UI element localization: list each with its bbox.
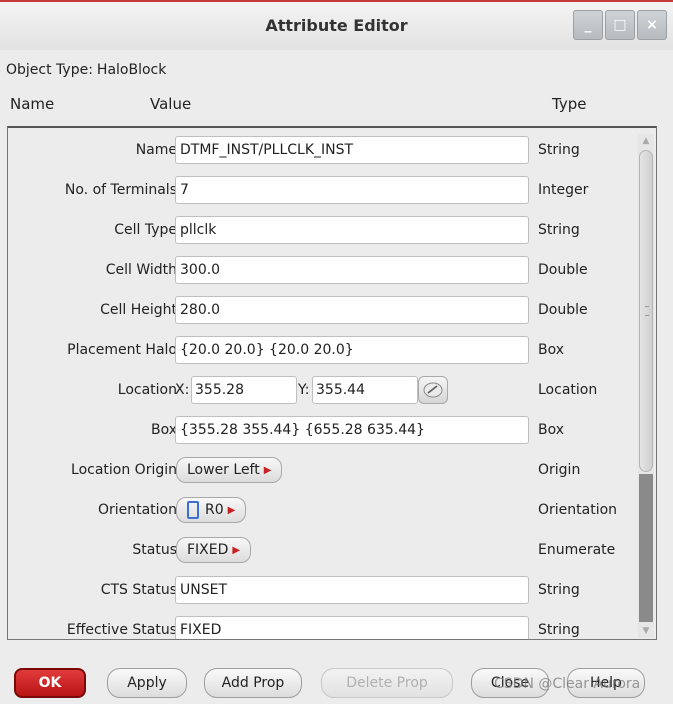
- attribute-label: Name: [135, 142, 177, 158]
- attribute-label: Box: [150, 422, 177, 438]
- attribute-row-location-origin: Location Origin Lower Left ▶ Origin: [8, 450, 634, 490]
- attribute-row-effective-status: Effective Status FIXED String: [8, 610, 634, 639]
- column-header-value: Value: [150, 95, 192, 113]
- location-x-field[interactable]: 355.28: [191, 376, 297, 404]
- orientation-value: R0: [205, 502, 224, 518]
- attribute-type: Enumerate: [538, 542, 616, 558]
- orientation-icon: [187, 501, 199, 519]
- cell-height-field[interactable]: 280.0: [175, 296, 529, 324]
- attribute-label: CTS Status: [100, 582, 177, 598]
- attribute-row-status: Status FIXED ▶ Enumerate: [8, 530, 634, 570]
- pick-location-button[interactable]: [418, 376, 448, 404]
- attribute-type: Origin: [538, 462, 581, 478]
- apply-button[interactable]: Apply: [107, 668, 187, 698]
- attribute-label: Location Origin: [71, 462, 177, 478]
- menu-arrow-icon: ▶: [227, 504, 236, 516]
- vertical-scrollbar[interactable]: ▲ ▼: [638, 134, 654, 638]
- scroll-thumb[interactable]: [639, 150, 653, 472]
- menu-arrow-icon: ▶: [263, 464, 272, 476]
- attribute-type: Location: [538, 382, 598, 398]
- attribute-label: Cell Height: [100, 302, 177, 318]
- location-origin-menu[interactable]: Lower Left ▶: [176, 457, 283, 483]
- attribute-label: Orientation: [97, 502, 177, 518]
- attribute-row-name: Name DTMF_INST/PLLCLK_INST String: [8, 130, 634, 170]
- attribute-row-cell-height: Cell Height 280.0 Double: [8, 290, 634, 330]
- attribute-row-location: Location X: 355.28 Y: 355.44 Location: [8, 370, 634, 410]
- title-bar: Attribute Editor _ □ ×: [0, 0, 673, 50]
- add-prop-button[interactable]: Add Prop: [204, 668, 302, 698]
- scroll-down-icon[interactable]: ▼: [638, 624, 654, 638]
- cts-status-field[interactable]: UNSET: [175, 576, 529, 604]
- ok-button[interactable]: OK: [14, 668, 86, 698]
- object-type-label: Object Type:: [6, 62, 93, 78]
- attribute-label: No. of Terminals: [64, 182, 177, 198]
- object-type: Object Type: HaloBlock: [6, 62, 166, 78]
- attribute-row-cell-type: Cell Type pllclk String: [8, 210, 634, 250]
- cell-type-field[interactable]: pllclk: [175, 216, 529, 244]
- close-window-button[interactable]: ×: [637, 10, 667, 40]
- terminals-field[interactable]: 7: [175, 176, 529, 204]
- attribute-type: String: [538, 582, 580, 598]
- attribute-row-terminals: No. of Terminals 7 Integer: [8, 170, 634, 210]
- attribute-type: String: [538, 142, 580, 158]
- placement-halo-field[interactable]: {20.0 20.0} {20.0 20.0}: [175, 336, 529, 364]
- attribute-label: Placement Halo: [67, 342, 177, 358]
- attribute-type: String: [538, 222, 580, 238]
- scroll-up-icon[interactable]: ▲: [638, 134, 654, 148]
- attribute-row-orientation: Orientation R0 ▶ Orientation: [8, 490, 634, 530]
- attribute-row-box: Box {355.28 355.44} {655.28 635.44} Box: [8, 410, 634, 450]
- cell-width-field[interactable]: 300.0: [175, 256, 529, 284]
- object-type-value: HaloBlock: [96, 62, 167, 78]
- attribute-label: Cell Type: [114, 222, 177, 238]
- location-origin-value: Lower Left: [187, 462, 260, 478]
- attribute-type: Box: [538, 422, 565, 438]
- attribute-type: Box: [538, 342, 565, 358]
- attribute-type: Integer: [538, 182, 589, 198]
- attribute-label: Location: [117, 382, 177, 398]
- menu-arrow-icon: ▶: [232, 544, 241, 556]
- attribute-type: Orientation: [538, 502, 618, 518]
- effective-status-field[interactable]: FIXED: [175, 616, 529, 639]
- location-y-label: Y:: [298, 382, 310, 398]
- status-menu[interactable]: FIXED ▶: [176, 537, 252, 563]
- attribute-row-placement-halo: Placement Halo {20.0 20.0} {20.0 20.0} B…: [8, 330, 634, 370]
- name-field[interactable]: DTMF_INST/PLLCLK_INST: [175, 136, 529, 164]
- mouse-icon: [423, 382, 443, 398]
- status-value: FIXED: [187, 542, 229, 558]
- location-x-label: X:: [175, 382, 190, 398]
- scroll-track[interactable]: [639, 474, 653, 622]
- maximize-button[interactable]: □: [605, 10, 635, 40]
- box-field[interactable]: {355.28 355.44} {655.28 635.44}: [175, 416, 529, 444]
- delete-prop-button[interactable]: Delete Prop: [321, 668, 453, 698]
- attribute-row-cell-width: Cell Width 300.0 Double: [8, 250, 634, 290]
- attribute-type: String: [538, 622, 580, 638]
- location-y-field[interactable]: 355.44: [312, 376, 418, 404]
- attribute-label: Cell Width: [105, 262, 177, 278]
- attribute-table: Name DTMF_INST/PLLCLK_INST String No. of…: [7, 126, 657, 640]
- attribute-label: Effective Status: [66, 622, 177, 638]
- attribute-label: Status: [132, 542, 177, 558]
- attribute-row-cts-status: CTS Status UNSET String: [8, 570, 634, 610]
- column-header-name: Name: [10, 95, 55, 113]
- attribute-type: Double: [538, 262, 588, 278]
- attribute-type: Double: [538, 302, 588, 318]
- orientation-menu[interactable]: R0 ▶: [176, 497, 247, 523]
- watermark: CSDN @Clear Aurora: [494, 676, 641, 692]
- column-header-type: Type: [552, 95, 587, 113]
- minimize-button[interactable]: _: [573, 10, 603, 40]
